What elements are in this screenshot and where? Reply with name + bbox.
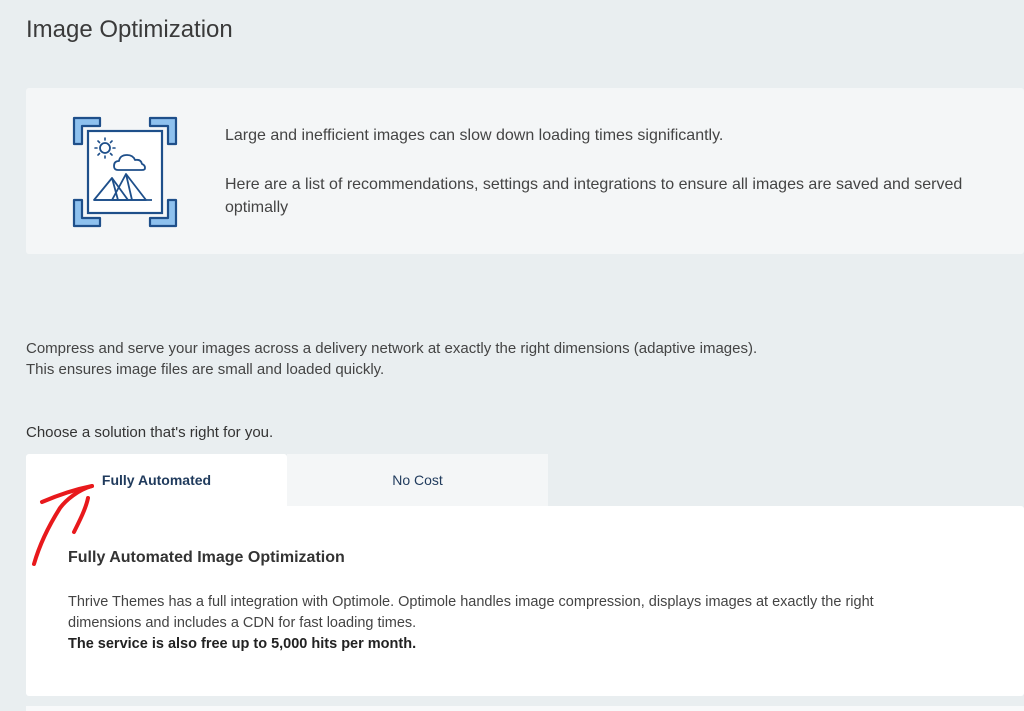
panel-description: Thrive Themes has a full integration wit… bbox=[68, 594, 874, 631]
intro-line-2: Here are a list of recommendations, sett… bbox=[225, 176, 963, 216]
tab-fully-automated[interactable]: Fully Automated bbox=[26, 454, 287, 506]
tab-no-cost[interactable]: No Cost bbox=[287, 454, 548, 506]
intro-text: Large and inefficient images can slow do… bbox=[225, 124, 995, 245]
panel-body: Thrive Themes has a full integration wit… bbox=[68, 592, 948, 655]
intro-line-1: Large and inefficient images can slow do… bbox=[225, 127, 724, 144]
panel-highlight: The service is also free up to 5,000 hit… bbox=[68, 636, 417, 652]
description-line-1: Compress and serve your images across a … bbox=[26, 340, 758, 357]
panel-title: Fully Automated Image Optimization bbox=[68, 549, 345, 566]
intro-card: Large and inefficient images can slow do… bbox=[26, 88, 1024, 254]
solution-tabs: Fully Automated No Cost bbox=[26, 454, 548, 506]
tab-panel-fully-automated: Fully Automated Image Optimization Thriv… bbox=[26, 506, 1024, 696]
page-title: Image Optimization bbox=[26, 16, 233, 43]
next-card-edge bbox=[26, 706, 1024, 711]
description-line-2: This ensures image files are small and l… bbox=[26, 361, 385, 378]
image-optimize-icon bbox=[72, 116, 178, 228]
choose-label: Choose a solution that's right for you. bbox=[26, 424, 274, 441]
description: Compress and serve your images across a … bbox=[26, 338, 757, 380]
